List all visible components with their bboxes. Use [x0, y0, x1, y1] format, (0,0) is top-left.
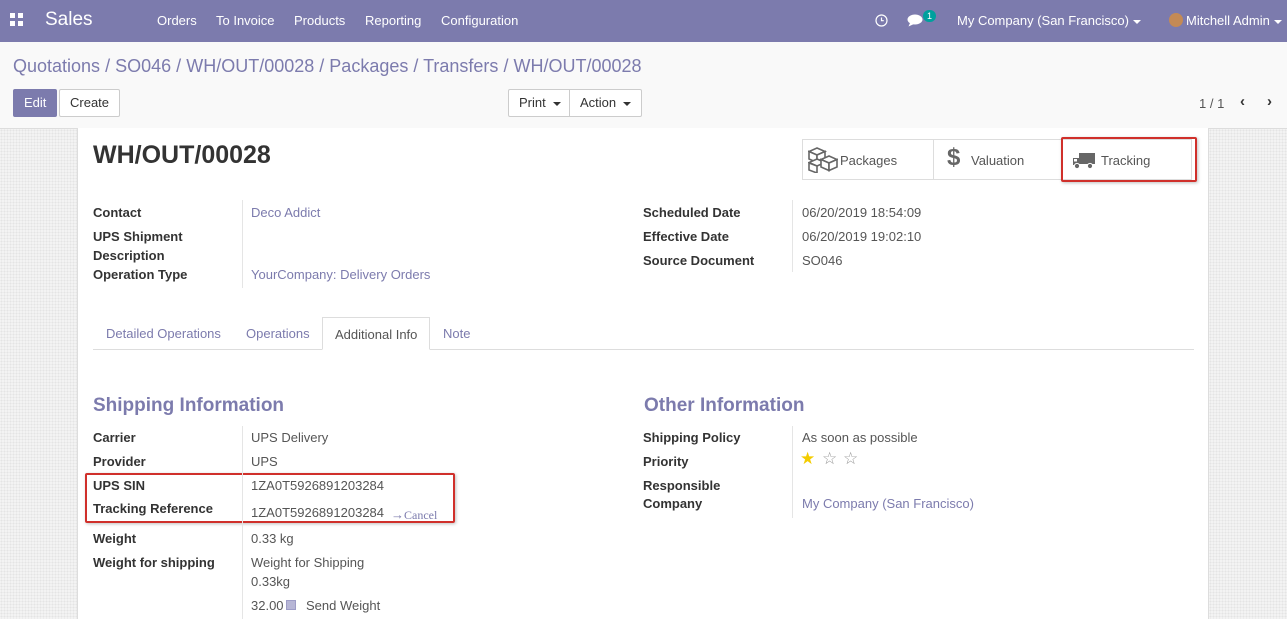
ups-description-label-line2: Description — [93, 248, 165, 263]
activity-clock-icon[interactable] — [875, 14, 888, 27]
send-weight-label: Send Weight — [306, 598, 381, 613]
shipping-information-title: Shipping Information — [93, 395, 285, 416]
carrier-value: UPS Delivery — [251, 430, 329, 445]
provider-label: Provider — [93, 454, 146, 469]
responsible-company-label-line2: Company — [643, 496, 703, 511]
weight-value: 0.33 kg — [251, 531, 294, 546]
priority-star-empty-icon[interactable]: ☆ — [843, 449, 858, 469]
caret-down-icon — [623, 101, 632, 106]
apps-menu-icon[interactable] — [10, 13, 24, 27]
user-name: Mitchell Admin — [1186, 13, 1270, 28]
ups-description-label-line1: UPS Shipment — [93, 229, 183, 244]
record-title: WH/OUT/00028 — [93, 141, 271, 169]
other-information-title: Other Information — [644, 395, 805, 416]
menu-products[interactable]: Products — [294, 13, 345, 28]
breadcrumb-packages[interactable]: Packages — [329, 56, 408, 76]
caret-down-icon — [1132, 19, 1141, 24]
dollar-icon: $ — [947, 144, 961, 171]
provider-value: UPS — [251, 454, 278, 469]
print-dropdown[interactable]: Print — [508, 89, 572, 117]
priority-label: Priority — [643, 454, 689, 469]
priority-star-empty-icon[interactable]: ☆ — [822, 449, 837, 469]
shipping-policy-label: Shipping Policy — [643, 430, 741, 445]
weight-label: Weight — [93, 531, 137, 546]
send-weight-checkbox[interactable] — [286, 600, 296, 610]
company-switcher[interactable]: My Company (San Francisco) — [957, 13, 1141, 28]
breadcrumb-quotations[interactable]: Quotations — [13, 56, 100, 76]
weight-for-shipping-value: 32.00 — [251, 598, 284, 613]
priority-star-filled-icon[interactable]: ★ — [800, 449, 815, 469]
form-sheet — [77, 128, 1209, 619]
breadcrumb-current: WH/OUT/00028 — [513, 56, 642, 76]
company-name: My Company (San Francisco) — [957, 13, 1129, 28]
responsible-company-value[interactable]: My Company (San Francisco) — [802, 496, 974, 511]
field-separator — [792, 426, 793, 518]
operation-type-value[interactable]: YourCompany: Delivery Orders — [251, 267, 430, 282]
menu-configuration[interactable]: Configuration — [441, 13, 518, 28]
avatar — [1169, 13, 1183, 27]
field-separator — [242, 200, 243, 288]
breadcrumb-picking[interactable]: WH/OUT/00028 — [186, 56, 314, 76]
breadcrumb-separator: / — [105, 56, 111, 76]
cubes-icon — [808, 147, 838, 173]
breadcrumb-transfers[interactable]: Transfers — [423, 56, 498, 76]
weight-for-shipping-unit: 0.33kg — [251, 574, 291, 589]
source-document-label: Source Document — [643, 253, 755, 268]
menu-to-invoice[interactable]: To Invoice — [216, 13, 275, 28]
breadcrumb-separator: / — [319, 56, 325, 76]
packages-label: Packages — [840, 153, 898, 168]
contact-label: Contact — [93, 205, 142, 220]
field-separator — [792, 200, 793, 272]
effective-date-label: Effective Date — [643, 229, 729, 244]
breadcrumb-separator: / — [413, 56, 419, 76]
action-dropdown[interactable]: Action — [569, 89, 643, 117]
action-label: Action — [580, 95, 617, 110]
caret-down-icon — [552, 101, 561, 106]
messages-icon[interactable] — [907, 14, 923, 27]
tab-detailed-operations[interactable]: Detailed Operations — [106, 326, 221, 341]
tracking-highlight-box — [1061, 137, 1197, 182]
tracking-fields-highlight-box — [85, 473, 455, 523]
responsible-company-label-line1: Responsible — [643, 478, 721, 493]
effective-date-value: 06/20/2019 19:02:10 — [802, 229, 922, 244]
breadcrumb-so046[interactable]: SO046 — [115, 56, 171, 76]
top-navbar: Sales Orders To Invoice Products Reporti… — [0, 0, 1287, 42]
menu-orders[interactable]: Orders — [157, 13, 197, 28]
app-name[interactable]: Sales — [45, 9, 93, 31]
valuation-label: Valuation — [971, 153, 1025, 168]
tab-operations[interactable]: Operations — [246, 326, 310, 341]
operation-type-label: Operation Type — [93, 267, 188, 282]
weight-for-shipping-text: Weight for Shipping — [251, 555, 365, 570]
messages-count-badge: 1 — [923, 10, 937, 22]
shipping-policy-value[interactable]: As soon as possible — [802, 430, 918, 445]
field-separator — [242, 426, 243, 619]
breadcrumb-separator: / — [176, 56, 182, 76]
breadcrumb: Quotations / SO046 / WH/OUT/00028 / Pack… — [13, 56, 642, 77]
scheduled-date-label: Scheduled Date — [643, 205, 741, 220]
create-button[interactable]: Create — [59, 89, 121, 117]
menu-reporting[interactable]: Reporting — [365, 13, 421, 28]
breadcrumb-separator: / — [503, 56, 509, 76]
caret-down-icon — [1273, 19, 1282, 24]
tab-additional-info[interactable]: Additional Info — [322, 317, 431, 350]
user-menu[interactable]: Mitchell Admin — [1169, 13, 1282, 28]
tabs-bar — [93, 349, 1194, 350]
contact-value[interactable]: Deco Addict — [251, 205, 320, 220]
source-document-value: SO046 — [802, 253, 843, 268]
valuation-smart-button[interactable]: $ Valuation — [933, 139, 1062, 180]
packages-smart-button[interactable]: Packages — [802, 139, 934, 180]
print-label: Print — [519, 95, 546, 110]
pager-previous-icon[interactable]: ‹ — [1240, 93, 1245, 110]
weight-for-shipping-label: Weight for shipping — [93, 555, 215, 570]
scheduled-date-value: 06/20/2019 18:54:09 — [802, 205, 922, 220]
pager-value[interactable]: 1 / 1 — [1199, 96, 1224, 111]
tab-note[interactable]: Note — [443, 326, 470, 341]
edit-button[interactable]: Edit — [13, 89, 58, 117]
pager-next-icon[interactable]: › — [1267, 93, 1272, 110]
carrier-label: Carrier — [93, 430, 136, 445]
